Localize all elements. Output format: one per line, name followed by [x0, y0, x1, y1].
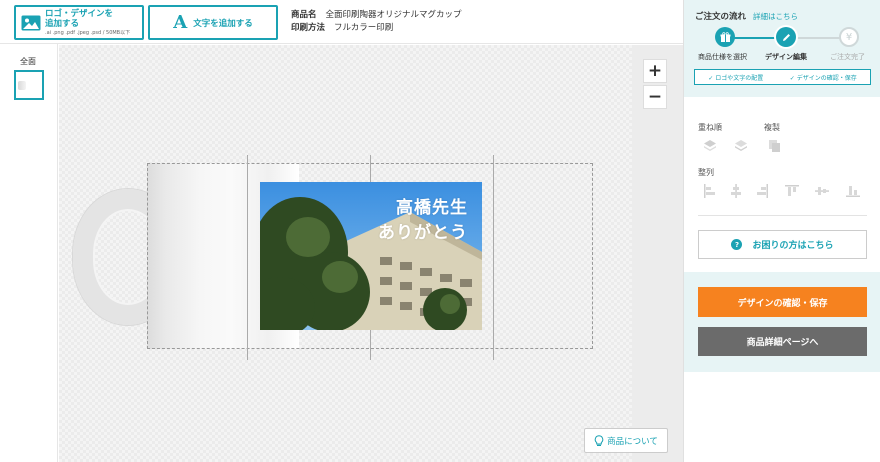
print-method-value: フルカラー印刷: [334, 23, 394, 33]
align-bottom-icon[interactable]: [846, 184, 860, 198]
step-label-1: 商品仕様を選択: [698, 53, 747, 61]
order-flow-detail-link[interactable]: 詳細はこちら: [753, 11, 798, 22]
bring-forward-icon[interactable]: [703, 139, 717, 153]
add-text-label: 文字を追加する: [193, 18, 253, 29]
print-method-key: 印刷方法: [291, 23, 326, 33]
view-thumbnail-full[interactable]: [14, 70, 44, 100]
product-info: 商品名 全面印刷陶器オリジナルマグカップ 印刷方法 フルカラー印刷: [291, 9, 462, 35]
order-flow: ご注文の流れ 詳細はこちら ¥ 商品仕様を選択 デザイン編集 ご注文完了 ✓ ロ…: [684, 0, 880, 97]
divider: [698, 215, 867, 216]
top-toolbar: ロゴ・デザインを 追加する .ai .png .pdf .jpeg .psd /…: [0, 0, 683, 44]
design-text-line-1: 高橋先生: [396, 198, 468, 218]
add-logo-button[interactable]: ロゴ・デザインを 追加する .ai .png .pdf .jpeg .psd /…: [14, 5, 144, 40]
align-top-icon[interactable]: [785, 184, 799, 198]
layer-order-label: 重ね順: [698, 123, 722, 132]
duplicate-icon[interactable]: [768, 139, 782, 153]
add-logo-label-1: ロゴ・デザインを: [45, 8, 114, 19]
order-flow-title: ご注文の流れ: [695, 12, 747, 22]
design-text[interactable]: 高橋先生 ありがとう: [378, 196, 468, 246]
step-label-3: ご注文完了: [830, 53, 865, 61]
zoom-in-button[interactable]: +: [643, 59, 667, 83]
save-design-button[interactable]: デザインの確認・保存: [698, 287, 867, 317]
help-button-label: お困りの方はこちら: [752, 241, 834, 251]
product-name-key: 商品名: [291, 10, 317, 20]
image-icon: [21, 15, 41, 30]
step-label-2: デザイン編集: [765, 53, 807, 61]
product-name-value: 全面印刷陶器オリジナルマグカップ: [325, 10, 462, 20]
about-product-label: 商品について: [607, 436, 658, 447]
step-checklist: ✓ ロゴや文字の配置 ✓ デザインの確認・保存: [694, 69, 871, 85]
add-logo-formats: .ai .png .pdf .jpeg .psd / 50MB以下: [45, 29, 131, 36]
product-detail-button[interactable]: 商品詳細ページへ: [698, 327, 867, 356]
duplicate-label: 複製: [764, 123, 780, 132]
help-button[interactable]: ? お困りの方はこちら: [698, 230, 867, 259]
zoom-out-button[interactable]: −: [643, 85, 667, 109]
text-icon: A: [173, 12, 188, 33]
align-label: 整列: [698, 168, 714, 177]
right-panel: ご注文の流れ 詳細はこちら ¥ 商品仕様を選択 デザイン編集 ご注文完了 ✓ ロ…: [683, 0, 880, 462]
yen-icon: ¥: [839, 27, 859, 47]
align-center-icon[interactable]: [729, 184, 743, 198]
view-thumbnails: 全面: [0, 44, 58, 462]
help-icon: ?: [731, 239, 743, 250]
about-product-button[interactable]: 商品について: [584, 428, 668, 453]
gift-icon: [715, 27, 735, 47]
mug-thumbnail: [18, 80, 26, 90]
align-left-icon[interactable]: [703, 184, 717, 198]
send-backward-icon[interactable]: [734, 139, 748, 153]
action-area: デザインの確認・保存 商品詳細ページへ: [684, 272, 880, 372]
view-label: 全面: [20, 57, 36, 66]
add-logo-label-2: 追加する: [45, 18, 80, 29]
guide-line: [247, 155, 248, 360]
lightbulb-icon: [594, 434, 604, 446]
check-item-save: ✓ デザインの確認・保存: [789, 74, 857, 82]
design-text-line-2: ありがとう: [378, 223, 468, 243]
align-middle-icon[interactable]: [815, 184, 829, 198]
step-connector: [791, 37, 846, 39]
guide-line: [493, 155, 494, 360]
align-right-icon[interactable]: [755, 184, 769, 198]
add-text-button[interactable]: A 文字を追加する: [148, 5, 278, 40]
pencil-icon: [776, 27, 796, 47]
check-item-layout: ✓ ロゴや文字の配置: [708, 74, 764, 82]
design-image[interactable]: 高橋先生 ありがとう: [260, 182, 482, 330]
mug-preview: 高橋先生 ありがとう: [69, 155, 599, 360]
